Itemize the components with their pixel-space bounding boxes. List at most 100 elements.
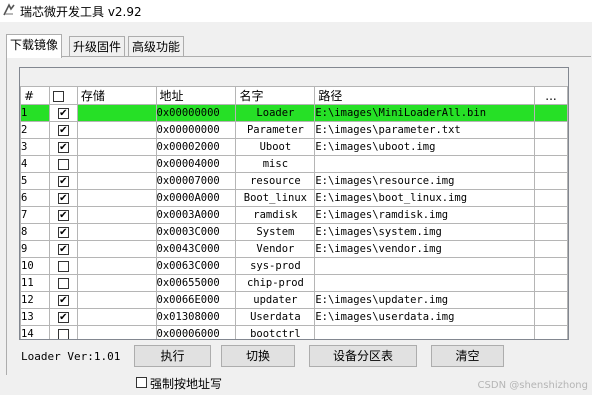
row-checkbox-cell[interactable]: ✔ xyxy=(48,223,78,241)
table-row[interactable]: 5 ✔ 0x00007000 resource E:\images\resource.i… xyxy=(20,172,568,190)
row-path[interactable]: E:\images\userdata.img xyxy=(314,308,536,326)
row-browse[interactable] xyxy=(534,206,568,224)
row-path[interactable]: E:\images\vendor.img xyxy=(314,240,536,258)
row-number[interactable]: 6 xyxy=(20,189,50,207)
row-storage[interactable] xyxy=(76,121,157,139)
column-header-storage[interactable]: 存储 xyxy=(76,86,157,105)
row-number[interactable]: 7 xyxy=(20,206,50,224)
row-browse[interactable] xyxy=(534,104,568,122)
row-path[interactable]: E:\images\resource.img xyxy=(314,172,536,190)
row-address[interactable]: 0x00000000 xyxy=(155,121,237,139)
table-row[interactable]: 2 ✔ 0x00000000 Parameter E:\images\parameter… xyxy=(20,121,568,139)
row-name[interactable]: ramdisk xyxy=(235,206,316,224)
row-browse[interactable] xyxy=(534,325,568,339)
row-storage[interactable] xyxy=(76,223,157,241)
checkmark-icon[interactable]: ✔ xyxy=(57,107,69,119)
row-number[interactable]: 11 xyxy=(20,274,50,292)
row-name[interactable]: Uboot xyxy=(235,138,316,156)
row-address[interactable]: 0x0003A000 xyxy=(155,206,237,224)
row-storage[interactable] xyxy=(76,155,157,173)
checkmark-icon[interactable]: ✔ xyxy=(57,124,69,136)
row-browse[interactable] xyxy=(534,189,568,207)
checkbox[interactable] xyxy=(57,277,69,289)
row-address[interactable]: 0x00004000 xyxy=(155,155,237,173)
row-address[interactable]: 0x00000000 xyxy=(155,104,237,122)
tab-download-image[interactable]: 下载镜像 xyxy=(6,34,63,58)
checkmark-icon[interactable]: ✔ xyxy=(57,226,69,238)
checkmark-icon[interactable]: ✔ xyxy=(57,175,69,187)
row-name[interactable]: Loader xyxy=(235,104,316,122)
row-address[interactable]: 0x00007000 xyxy=(155,172,237,190)
row-address[interactable]: 0x0000A000 xyxy=(155,189,237,207)
checkmark-icon[interactable]: ✔ xyxy=(57,311,69,323)
checkbox[interactable] xyxy=(57,260,69,272)
row-number[interactable]: 5 xyxy=(20,172,50,190)
row-address[interactable]: 0x0003C000 xyxy=(155,223,237,241)
table-row[interactable]: 3 ✔ 0x00002000 Uboot E:\images\uboot.img xyxy=(20,138,568,156)
row-name[interactable]: Vendor xyxy=(235,240,316,258)
row-name[interactable]: bootctrl xyxy=(235,325,316,339)
row-name[interactable]: Parameter xyxy=(235,121,316,139)
tab-advanced-functions[interactable]: 高级功能 xyxy=(128,36,185,57)
row-address[interactable]: 0x0066E000 xyxy=(155,291,237,309)
row-number[interactable]: 3 xyxy=(20,138,50,156)
row-name[interactable]: resource xyxy=(235,172,316,190)
row-checkbox-cell[interactable] xyxy=(48,257,78,275)
row-name[interactable]: Boot_linux xyxy=(235,189,316,207)
clear-button[interactable]: 清空 xyxy=(431,345,504,367)
force-address-checkbox[interactable] xyxy=(136,377,147,388)
row-path[interactable]: E:\images\ramdisk.img xyxy=(314,206,536,224)
row-checkbox-cell[interactable]: ✔ xyxy=(48,240,78,258)
row-storage[interactable] xyxy=(76,257,157,275)
row-address[interactable]: 0x00006000 xyxy=(155,325,237,339)
row-path[interactable] xyxy=(314,274,536,292)
checkbox[interactable] xyxy=(57,328,69,339)
checkbox[interactable] xyxy=(57,158,69,170)
row-address[interactable]: 0x01308000 xyxy=(155,308,237,326)
table-row[interactable]: 13 ✔ 0x01308000 Userdata E:\images\userdata.… xyxy=(20,308,568,326)
row-number[interactable]: 14 xyxy=(20,325,50,339)
table-row[interactable]: 8 ✔ 0x0003C000 System E:\images\system.img xyxy=(20,223,568,241)
row-name[interactable]: sys-prod xyxy=(235,257,316,275)
row-number[interactable]: 10 xyxy=(20,257,50,275)
row-checkbox-cell[interactable]: ✔ xyxy=(48,206,78,224)
row-storage[interactable] xyxy=(76,189,157,207)
row-checkbox-cell[interactable]: ✔ xyxy=(48,172,78,190)
row-storage[interactable] xyxy=(76,172,157,190)
row-checkbox-cell[interactable]: ✔ xyxy=(48,308,78,326)
column-header-num[interactable]: # xyxy=(20,86,50,105)
row-name[interactable]: chip-prod xyxy=(235,274,316,292)
row-path[interactable]: E:\images\uboot.img xyxy=(314,138,536,156)
row-path[interactable]: E:\images\system.img xyxy=(314,223,536,241)
partition-table-button[interactable]: 设备分区表 xyxy=(309,345,417,367)
row-name[interactable]: Userdata xyxy=(235,308,316,326)
select-all-checkbox[interactable] xyxy=(52,90,64,102)
table-row[interactable]: 11 0x00655000 chip-prod xyxy=(20,274,568,292)
table-row[interactable]: 14 0x00006000 bootctrl xyxy=(20,325,568,339)
row-browse[interactable] xyxy=(534,223,568,241)
column-header-name[interactable]: 名字 xyxy=(235,86,316,105)
row-number[interactable]: 1 xyxy=(20,104,50,122)
column-header-more[interactable]: ... xyxy=(534,86,568,105)
row-checkbox-cell[interactable]: ✔ xyxy=(48,138,78,156)
row-browse[interactable] xyxy=(534,308,568,326)
checkmark-icon[interactable]: ✔ xyxy=(57,294,69,306)
column-header-path[interactable]: 路径 xyxy=(314,86,536,105)
row-checkbox-cell[interactable] xyxy=(48,155,78,173)
table-row[interactable]: 6 ✔ 0x0000A000 Boot_linux E:\images\boot_lin… xyxy=(20,189,568,207)
row-checkbox-cell[interactable]: ✔ xyxy=(48,104,78,122)
row-name[interactable]: updater xyxy=(235,291,316,309)
checkmark-icon[interactable]: ✔ xyxy=(57,192,69,204)
row-checkbox-cell[interactable] xyxy=(48,325,78,339)
row-path[interactable] xyxy=(314,155,536,173)
row-storage[interactable] xyxy=(76,104,157,122)
row-path[interactable]: E:\images\parameter.txt xyxy=(314,121,536,139)
table-row[interactable]: 10 0x0063C000 sys-prod xyxy=(20,257,568,275)
row-browse[interactable] xyxy=(534,138,568,156)
row-storage[interactable] xyxy=(76,308,157,326)
row-path[interactable]: E:\images\boot_linux.img xyxy=(314,189,536,207)
table-row[interactable]: 12 ✔ 0x0066E000 updater E:\images\updater.im… xyxy=(20,291,568,309)
row-name[interactable]: misc xyxy=(235,155,316,173)
row-path[interactable]: E:\images\MiniLoaderAll.bin xyxy=(314,104,536,122)
table-row[interactable]: 9 ✔ 0x0043C000 Vendor E:\images\vendor.img xyxy=(20,240,568,258)
